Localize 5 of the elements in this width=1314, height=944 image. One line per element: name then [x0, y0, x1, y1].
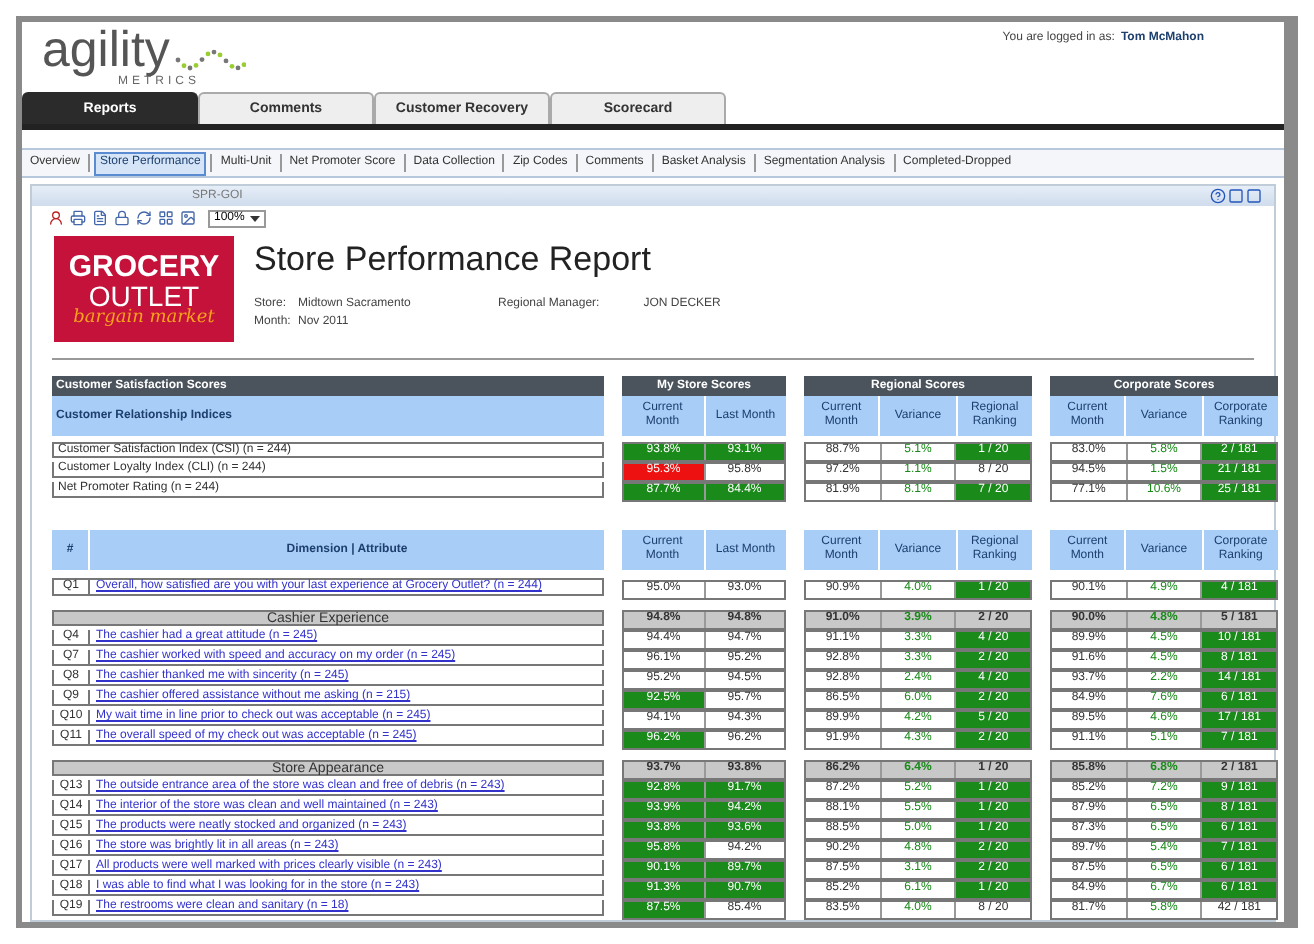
- report-title: Store Performance Report: [254, 240, 653, 280]
- brand-name: GROCERY: [68, 251, 220, 281]
- logo-text: agility: [42, 26, 170, 74]
- brand-tagline: bargain market: [73, 309, 215, 327]
- brand-name: OUTLET: [88, 281, 200, 309]
